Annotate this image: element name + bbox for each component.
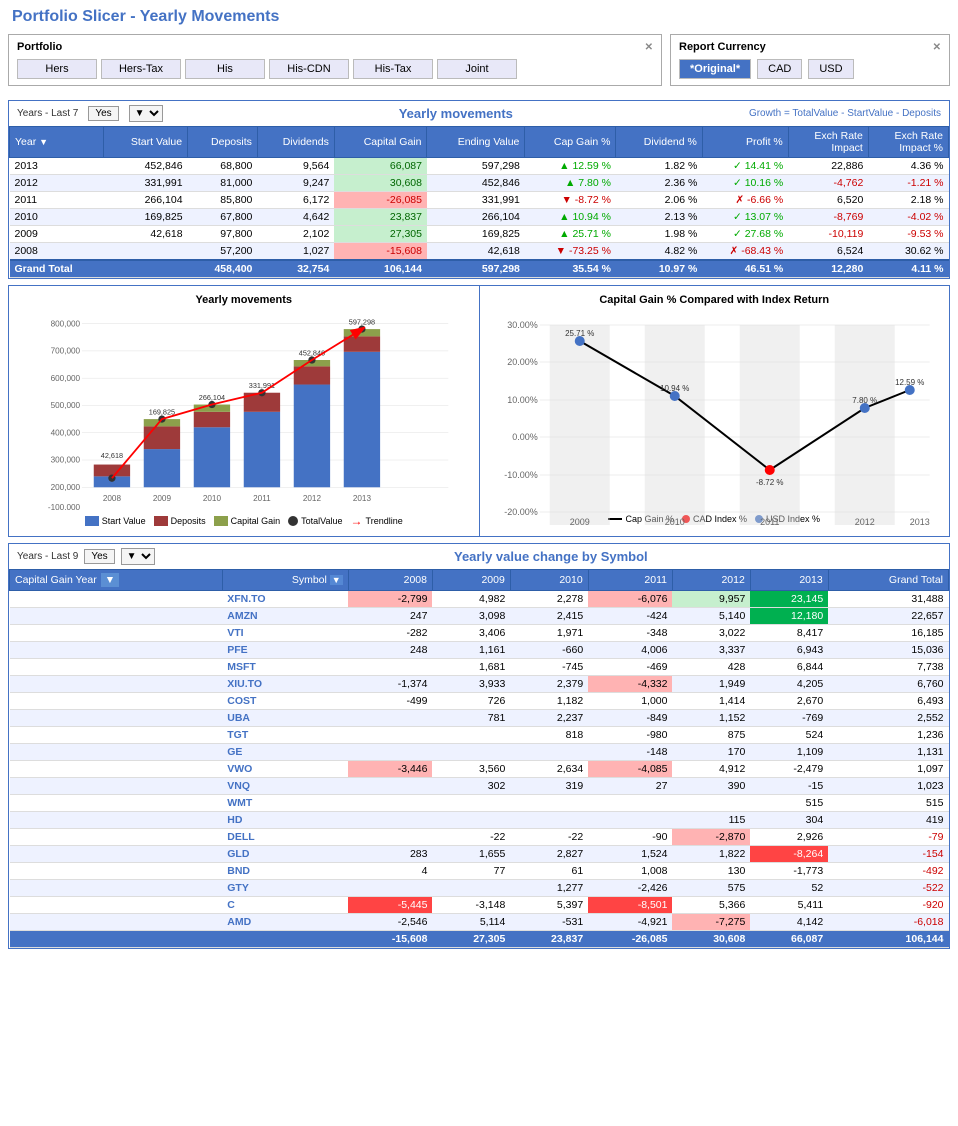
svg-text:600,000: 600,000 xyxy=(51,374,81,383)
symbol-section: Years - Last 9 Yes ▼ Yearly value change… xyxy=(8,543,950,949)
svg-text:2009: 2009 xyxy=(569,517,589,527)
svg-text:700,000: 700,000 xyxy=(51,347,81,356)
bar-chart-area: 800,000 700,000 600,000 500,000 400,000 … xyxy=(17,310,471,510)
svg-text:2011: 2011 xyxy=(760,517,779,527)
bar-chart-title: Yearly movements xyxy=(17,294,471,306)
svg-text:0.00%: 0.00% xyxy=(512,432,538,442)
cg-chart-title: Capital Gain % Compared with Index Retur… xyxy=(488,294,942,306)
svg-text:2012: 2012 xyxy=(303,494,322,503)
svg-text:300,000: 300,000 xyxy=(51,456,81,465)
portfolio-btn-his[interactable]: His xyxy=(185,59,265,79)
svg-text:-100,000: -100,000 xyxy=(48,503,81,510)
portfolio-btn-hers-tax[interactable]: Hers-Tax xyxy=(101,59,181,79)
yearly-movements-subtitle: Growth = TotalValue - StartValue - Depos… xyxy=(749,108,941,119)
svg-text:200,000: 200,000 xyxy=(51,483,81,492)
svg-text:169,825: 169,825 xyxy=(149,408,175,417)
years-filter-select[interactable]: ▼ xyxy=(129,105,163,122)
currency-icon: ✕ xyxy=(933,42,941,53)
bar-chart-panel: Yearly movements 800,000 700,000 600,000… xyxy=(9,286,480,536)
cg-chart-area: 30.00% 20.00% 10.00% 0.00% -10.00% -20.0… xyxy=(488,310,942,510)
cap-gain-dropdown-icon[interactable]: ▼ xyxy=(101,573,119,587)
currency-btn-original[interactable]: *Original* xyxy=(679,59,751,79)
portfolio-box: Portfolio ✕ Hers Hers-Tax His His-CDN Hi… xyxy=(8,34,662,86)
svg-text:500,000: 500,000 xyxy=(51,401,81,410)
currency-btn-usd[interactable]: USD xyxy=(808,59,853,79)
currency-box: Report Currency ✕ *Original* CAD USD xyxy=(670,34,950,86)
cg-chart-svg: 30.00% 20.00% 10.00% 0.00% -10.00% -20.0… xyxy=(488,310,942,530)
svg-text:7.80 %: 7.80 % xyxy=(852,396,877,405)
svg-text:20.00%: 20.00% xyxy=(507,357,538,367)
page-title: Portfolio Slicer - Yearly Movements xyxy=(0,0,958,30)
portfolio-btn-hers[interactable]: Hers xyxy=(17,59,97,79)
svg-text:-20.00%: -20.00% xyxy=(504,507,538,517)
svg-text:2008: 2008 xyxy=(103,494,122,503)
sym-years-yes[interactable]: Yes xyxy=(84,549,114,564)
yearly-movements-section: Years - Last 7 Yes ▼ Yearly movements Gr… xyxy=(8,100,950,279)
symbol-table: Capital Gain Year ▼ Symbol ▼ 2008 2009 2… xyxy=(9,569,949,948)
currency-label: Report Currency xyxy=(679,41,766,53)
svg-text:266,104: 266,104 xyxy=(199,393,225,402)
bar-chart-legend: Start Value Deposits Capital Gain TotalV… xyxy=(17,514,471,528)
svg-text:2012: 2012 xyxy=(854,517,874,527)
svg-text:10.94 %: 10.94 % xyxy=(660,384,689,393)
currency-buttons: *Original* CAD USD xyxy=(679,59,941,79)
svg-text:2010: 2010 xyxy=(664,517,684,527)
svg-text:10.00%: 10.00% xyxy=(507,395,538,405)
charts-section: Yearly movements 800,000 700,000 600,000… xyxy=(8,285,950,537)
cg-chart-panel: Capital Gain % Compared with Index Retur… xyxy=(480,286,950,536)
portfolio-label: Portfolio xyxy=(17,41,62,53)
svg-text:2011: 2011 xyxy=(253,494,271,503)
sym-years-select[interactable]: ▼ xyxy=(121,548,155,565)
yearly-movements-title: Yearly movements xyxy=(173,106,739,121)
svg-text:452,846: 452,846 xyxy=(299,348,325,357)
capital-gain-year-label: Capital Gain Year xyxy=(15,574,97,586)
portfolio-btn-joint[interactable]: Joint xyxy=(437,59,517,79)
portfolio-btn-his-tax[interactable]: His-Tax xyxy=(353,59,433,79)
svg-text:2009: 2009 xyxy=(153,494,172,503)
svg-text:12.59 %: 12.59 % xyxy=(895,378,924,387)
yearly-movements-table: Year ▼ Start Value Deposits Dividends Ca… xyxy=(9,126,949,278)
svg-text:-8.72 %: -8.72 % xyxy=(755,478,783,487)
sym-years-label: Years - Last 9 xyxy=(17,551,78,562)
svg-text:400,000: 400,000 xyxy=(51,428,81,437)
portfolio-icon: ✕ xyxy=(645,42,653,53)
portfolio-buttons: Hers Hers-Tax His His-CDN His-Tax Joint xyxy=(17,59,653,79)
years-filter-yes[interactable]: Yes xyxy=(88,106,118,121)
svg-text:-10.00%: -10.00% xyxy=(504,470,538,480)
svg-text:42,618: 42,618 xyxy=(101,451,123,460)
svg-text:800,000: 800,000 xyxy=(51,319,81,328)
svg-text:2013: 2013 xyxy=(353,494,372,503)
svg-text:2010: 2010 xyxy=(203,494,222,503)
currency-btn-cad[interactable]: CAD xyxy=(757,59,802,79)
bar-chart-svg: 800,000 700,000 600,000 500,000 400,000 … xyxy=(17,310,471,510)
svg-text:25.71 %: 25.71 % xyxy=(565,329,594,338)
svg-text:30.00%: 30.00% xyxy=(507,320,538,330)
svg-text:2013: 2013 xyxy=(909,517,929,527)
years-filter-label: Years - Last 7 xyxy=(17,108,78,119)
portfolio-btn-his-cdn[interactable]: His-CDN xyxy=(269,59,349,79)
symbol-section-title: Yearly value change by Symbol xyxy=(161,549,941,564)
svg-text:597,298: 597,298 xyxy=(349,318,375,327)
